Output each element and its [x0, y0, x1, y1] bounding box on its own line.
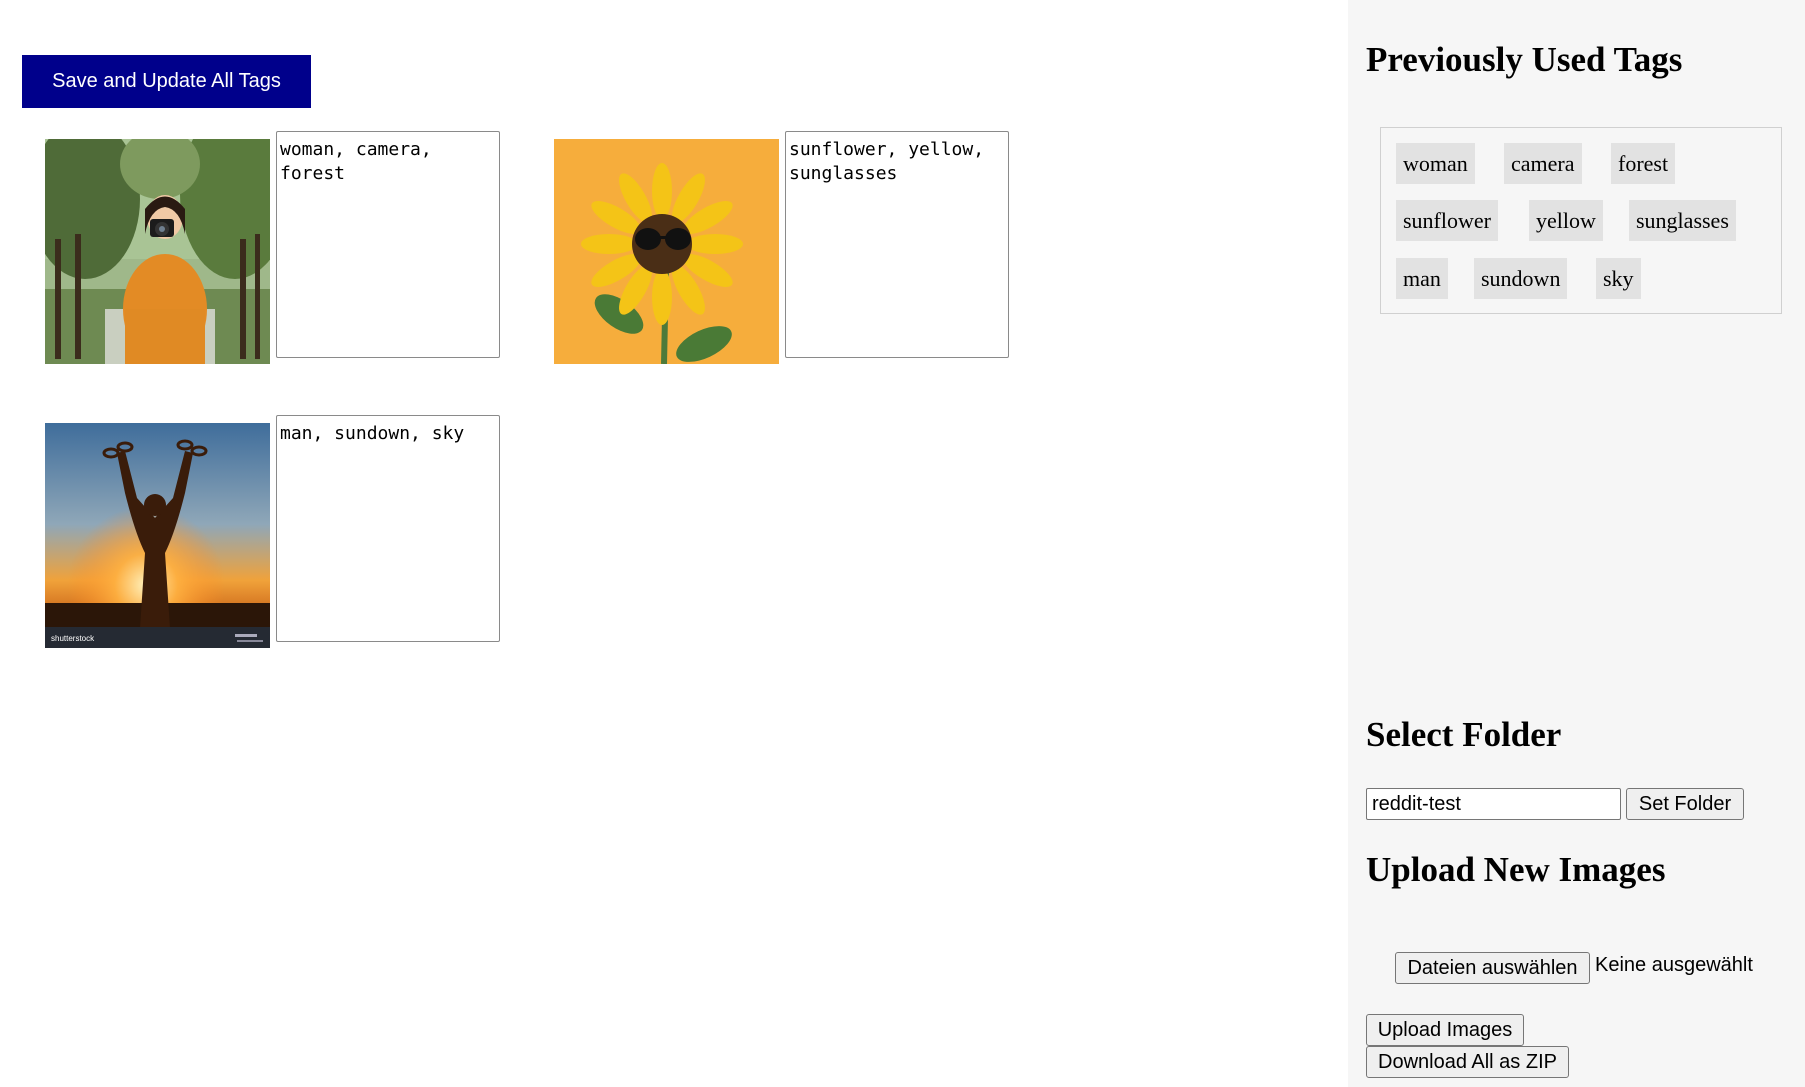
sunflower-photo: [554, 139, 779, 364]
watermark-text: shutterstock: [51, 634, 95, 643]
tag-chip[interactable]: forest: [1611, 143, 1676, 184]
sundown-photo: shutterstock: [45, 423, 270, 648]
tag-chip[interactable]: yellow: [1529, 200, 1603, 241]
tag-chip[interactable]: woman: [1396, 143, 1475, 184]
woman-photo: [45, 139, 270, 364]
tag-chip[interactable]: sunglasses: [1629, 200, 1736, 241]
main-content: Save and Update All Tags woman, camera, …: [0, 0, 1348, 1087]
sidebar: Previously Used Tags woman camera forest…: [1348, 0, 1805, 1087]
no-file-selected-label: Keine ausgewählt: [1595, 954, 1753, 976]
set-folder-button[interactable]: Set Folder: [1626, 788, 1744, 820]
tags-textarea[interactable]: man, sundown, sky: [276, 415, 500, 642]
folder-input[interactable]: [1366, 788, 1621, 820]
tag-chip[interactable]: camera: [1504, 143, 1582, 184]
upload-images-button[interactable]: Upload Images: [1366, 1014, 1524, 1046]
tag-chip[interactable]: sunflower: [1396, 200, 1498, 241]
select-folder-heading: Select Folder: [1366, 715, 1562, 754]
tag-chip[interactable]: man: [1396, 258, 1448, 299]
tag-list: woman camera forest sunflower yellow sun…: [1380, 127, 1782, 314]
upload-images-heading: Upload New Images: [1366, 850, 1666, 889]
tags-textarea[interactable]: woman, camera, forest: [276, 131, 500, 358]
image-thumbnail-woman: [45, 139, 270, 364]
tag-chip[interactable]: sundown: [1474, 258, 1568, 299]
download-zip-button[interactable]: Download All as ZIP: [1366, 1046, 1569, 1078]
save-update-tags-button[interactable]: Save and Update All Tags: [22, 55, 311, 108]
previously-used-tags-heading: Previously Used Tags: [1366, 40, 1683, 79]
tags-textarea[interactable]: sunflower, yellow, sunglasses: [785, 131, 1009, 358]
choose-files-button[interactable]: Dateien auswählen: [1395, 952, 1590, 984]
image-thumbnail-man: shutterstock: [45, 423, 270, 648]
tag-chip[interactable]: sky: [1596, 258, 1641, 299]
image-thumbnail-sunflower: [554, 139, 779, 364]
